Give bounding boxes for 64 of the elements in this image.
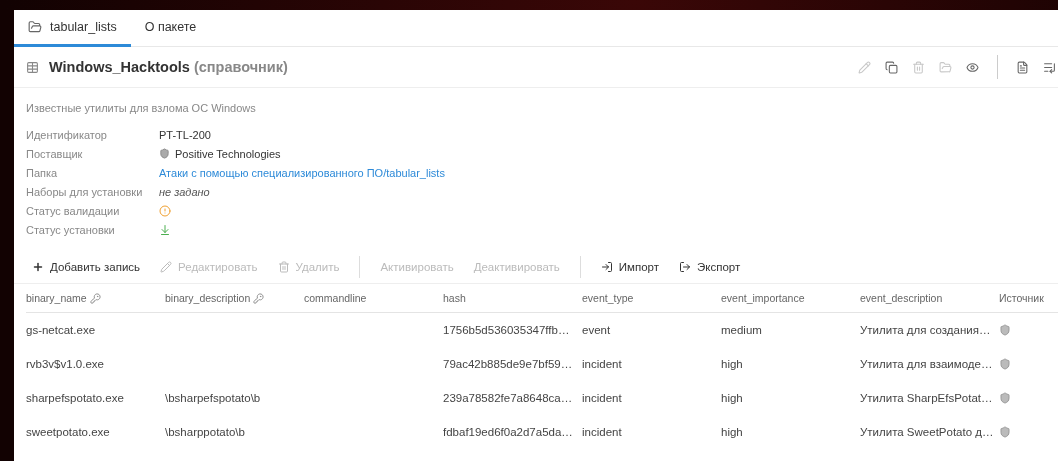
folder-icon [28, 20, 42, 34]
trash-icon [277, 261, 290, 273]
shield-icon [999, 324, 1011, 336]
property-value: Positive Technologies [175, 147, 281, 160]
warning-icon [159, 204, 171, 217]
table-cell: \bsharppotato\b [165, 426, 245, 438]
table-cell: sweetpotato.exe [26, 426, 110, 438]
table-cell: high [721, 392, 743, 404]
table-cell: medium [721, 324, 762, 336]
table-cell: incident [582, 392, 622, 404]
table-cell: incident [582, 358, 622, 370]
pencil-icon [160, 261, 173, 273]
column-header[interactable]: hash [443, 292, 466, 304]
property-label: Поставщик [26, 146, 84, 161]
property-label: Наборы для установки [26, 184, 144, 199]
property-label: Статус установки [26, 222, 116, 237]
table-cell: fdbaf19ed6f0a2d7a5da… [443, 426, 573, 438]
column-header[interactable]: binary_name [26, 292, 87, 304]
export-icon [679, 261, 692, 273]
column-header[interactable]: event_importance [721, 292, 805, 304]
toolbar-button[interactable]: Импорт [590, 261, 670, 273]
description: Известные утилиты для взлома ОС Windows [26, 102, 257, 114]
table-cell: high [721, 358, 743, 370]
column-header[interactable]: event_description [860, 292, 943, 304]
table-cell: event [582, 324, 611, 336]
table-cell: Утилита SharpEfsPotat… [860, 392, 993, 404]
column-header[interactable]: commandline [304, 292, 367, 304]
property-value: PT-TL-200 [159, 128, 211, 141]
table-cell: Утилита SweetPotato д… [860, 426, 994, 438]
tab-label: tabular_lists [50, 20, 117, 34]
property-label: Идентификатор [26, 127, 108, 142]
import-icon [600, 261, 613, 273]
property-value: не задано [159, 185, 210, 198]
plus-icon [32, 261, 44, 273]
shield-icon [999, 426, 1011, 438]
table-cell: Утилита для взаимоде… [860, 358, 993, 370]
table-cell: incident [582, 426, 622, 438]
table-cell: Утилита для создания… [860, 324, 991, 336]
table-cell: high [721, 426, 743, 438]
table-cell: sharpefspotato.exe [26, 392, 124, 404]
property-label: Статус валидации [26, 203, 121, 218]
column-header[interactable]: binary_description [165, 292, 251, 304]
folder-link[interactable]: Атаки с помощью специализированного ПО/tabular_lists [159, 166, 445, 179]
shield-icon [159, 148, 170, 159]
tab[interactable]: О пакете [130, 10, 211, 47]
table-icon [26, 60, 39, 74]
column-header[interactable]: Источник [999, 292, 1044, 304]
table-cell: 79ac42b885de9e7bf59… [443, 358, 573, 370]
table-cell: rvb3v$v1.0.exe [26, 358, 104, 370]
shield-icon [999, 392, 1011, 404]
table-cell: \bsharpefspotato\b [165, 392, 261, 404]
table-cell: 239a78582fe7a8648ca… [443, 392, 573, 404]
table-cell: 1756b5d536035347ffb… [443, 324, 570, 336]
property-label: Папка [26, 165, 59, 180]
download-icon [159, 223, 171, 236]
toolbar-button[interactable]: Экспорт [669, 261, 751, 273]
shield-icon [999, 358, 1011, 370]
tab-label: О пакете [144, 20, 197, 34]
page-title: Windows_Hacktools (справочник) [49, 59, 288, 75]
table-cell: gs-netcat.exe [26, 324, 96, 336]
column-header[interactable]: event_type [582, 292, 634, 304]
toolbar-button[interactable]: Добавить запись [22, 261, 151, 273]
tab[interactable]: tabular_lists [14, 10, 131, 47]
copy-button[interactable] [883, 58, 900, 76]
